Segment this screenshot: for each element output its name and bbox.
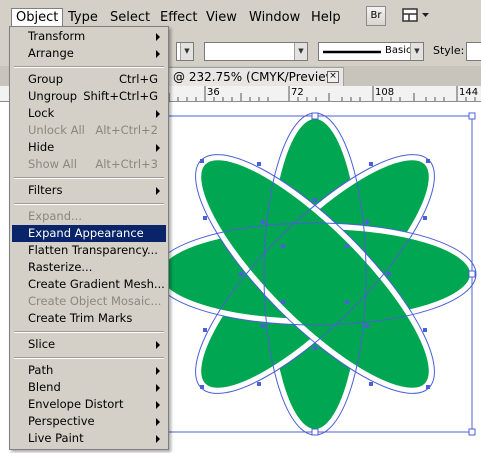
submenu-arrow-icon [156, 435, 160, 443]
stroke-style-label: Basic [385, 45, 412, 56]
menu-item-path[interactable]: Path [12, 362, 166, 379]
chevron-down-icon: ▼ [180, 43, 193, 60]
style-label: Style: [433, 44, 465, 57]
bridge-label: Br [370, 10, 382, 21]
menu-separator [14, 177, 164, 179]
menu-type[interactable]: Type [64, 9, 102, 27]
layout-grid-icon [402, 8, 429, 22]
menu-separator [14, 66, 164, 68]
submenu-arrow-icon [156, 33, 160, 41]
chevron-down-icon: ▼ [410, 43, 423, 60]
menu-item-expand: Expand... [28, 209, 82, 223]
bridge-button[interactable]: Br [366, 6, 386, 26]
submenu-arrow-icon [156, 110, 160, 118]
menu-item-flatten-transparency[interactable]: Flatten Transparency... [12, 242, 166, 259]
menu-item-slice[interactable]: Slice [12, 336, 166, 353]
object-menu: Transform Arrange Group Ctrl+G Ungroup Shi… [9, 26, 169, 450]
chevron-down-icon: ▼ [294, 43, 307, 60]
stroke-weight-dropdown[interactable]: ▼ [204, 42, 308, 61]
menu-item-create-trim-marks[interactable]: Create Trim Marks [12, 310, 166, 327]
submenu-arrow-icon [156, 341, 160, 349]
ruler-label: 36 [207, 87, 220, 98]
menu-item-arrange[interactable]: Arrange [12, 45, 166, 62]
menu-effect[interactable]: Effect [156, 9, 201, 27]
menu-item-show-all: Show All Alt+Ctrl+3 [28, 157, 158, 171]
menu-item-envelope-distort[interactable]: Envelope Distort [12, 396, 166, 413]
submenu-arrow-icon [156, 384, 160, 392]
menu-help[interactable]: Help [307, 9, 345, 27]
menu-item-ungroup[interactable]: Ungroup Shift+Ctrl+G [12, 88, 166, 105]
ruler-label: 144 [459, 87, 479, 98]
menu-separator [14, 331, 164, 333]
menu-separator [14, 357, 164, 359]
menu-item-blend[interactable]: Blend [12, 379, 166, 396]
menu-object[interactable]: Object [11, 8, 64, 28]
style-swatch[interactable] [466, 42, 481, 61]
menu-item-unlock-all: Unlock All Alt+Ctrl+2 [28, 123, 158, 137]
ruler-label: 108 [375, 87, 395, 98]
submenu-arrow-icon [156, 367, 160, 375]
menu-item-rasterize[interactable]: Rasterize... [12, 259, 166, 276]
menu-item-hide[interactable]: Hide [12, 139, 166, 156]
menu-item-create-gradient-mesh[interactable]: Create Gradient Mesh... [12, 276, 166, 293]
submenu-arrow-icon [156, 401, 160, 409]
menu-window[interactable]: Window [245, 9, 304, 27]
menu-view[interactable]: View [202, 9, 241, 27]
menu-item-filters[interactable]: Filters [12, 182, 166, 199]
close-icon[interactable]: × [327, 71, 339, 83]
menu-item-lock[interactable]: Lock [12, 105, 166, 122]
menu-item-expand-appearance[interactable]: Expand Appearance [12, 225, 166, 242]
submenu-arrow-icon [156, 418, 160, 426]
menu-item-live-paint[interactable]: Live Paint [12, 430, 166, 447]
stroke-style-dropdown[interactable]: Basic ▼ [318, 42, 424, 61]
workspace-button[interactable] [396, 6, 434, 26]
submenu-arrow-icon [156, 50, 160, 58]
submenu-arrow-icon [156, 144, 160, 152]
fill-dropdown[interactable]: ▼ [176, 42, 194, 61]
menu-select[interactable]: Select [106, 9, 154, 27]
document-tab[interactable]: @ 232.75% (CMYK/Preview) × [166, 67, 344, 86]
menu-item-create-object-mosaic: Create Object Mosaic... [28, 294, 162, 308]
menu-item-perspective[interactable]: Perspective [12, 413, 166, 430]
menu-item-group[interactable]: Group Ctrl+G [12, 71, 166, 88]
menu-item-transform[interactable]: Transform [12, 28, 166, 45]
stroke-preview-icon [323, 50, 381, 54]
menu-separator [14, 203, 164, 205]
submenu-arrow-icon [156, 187, 160, 195]
ruler-label: 72 [291, 87, 304, 98]
chevron-down-icon [422, 13, 429, 17]
document-title: @ 232.75% (CMYK/Preview) [173, 70, 341, 84]
